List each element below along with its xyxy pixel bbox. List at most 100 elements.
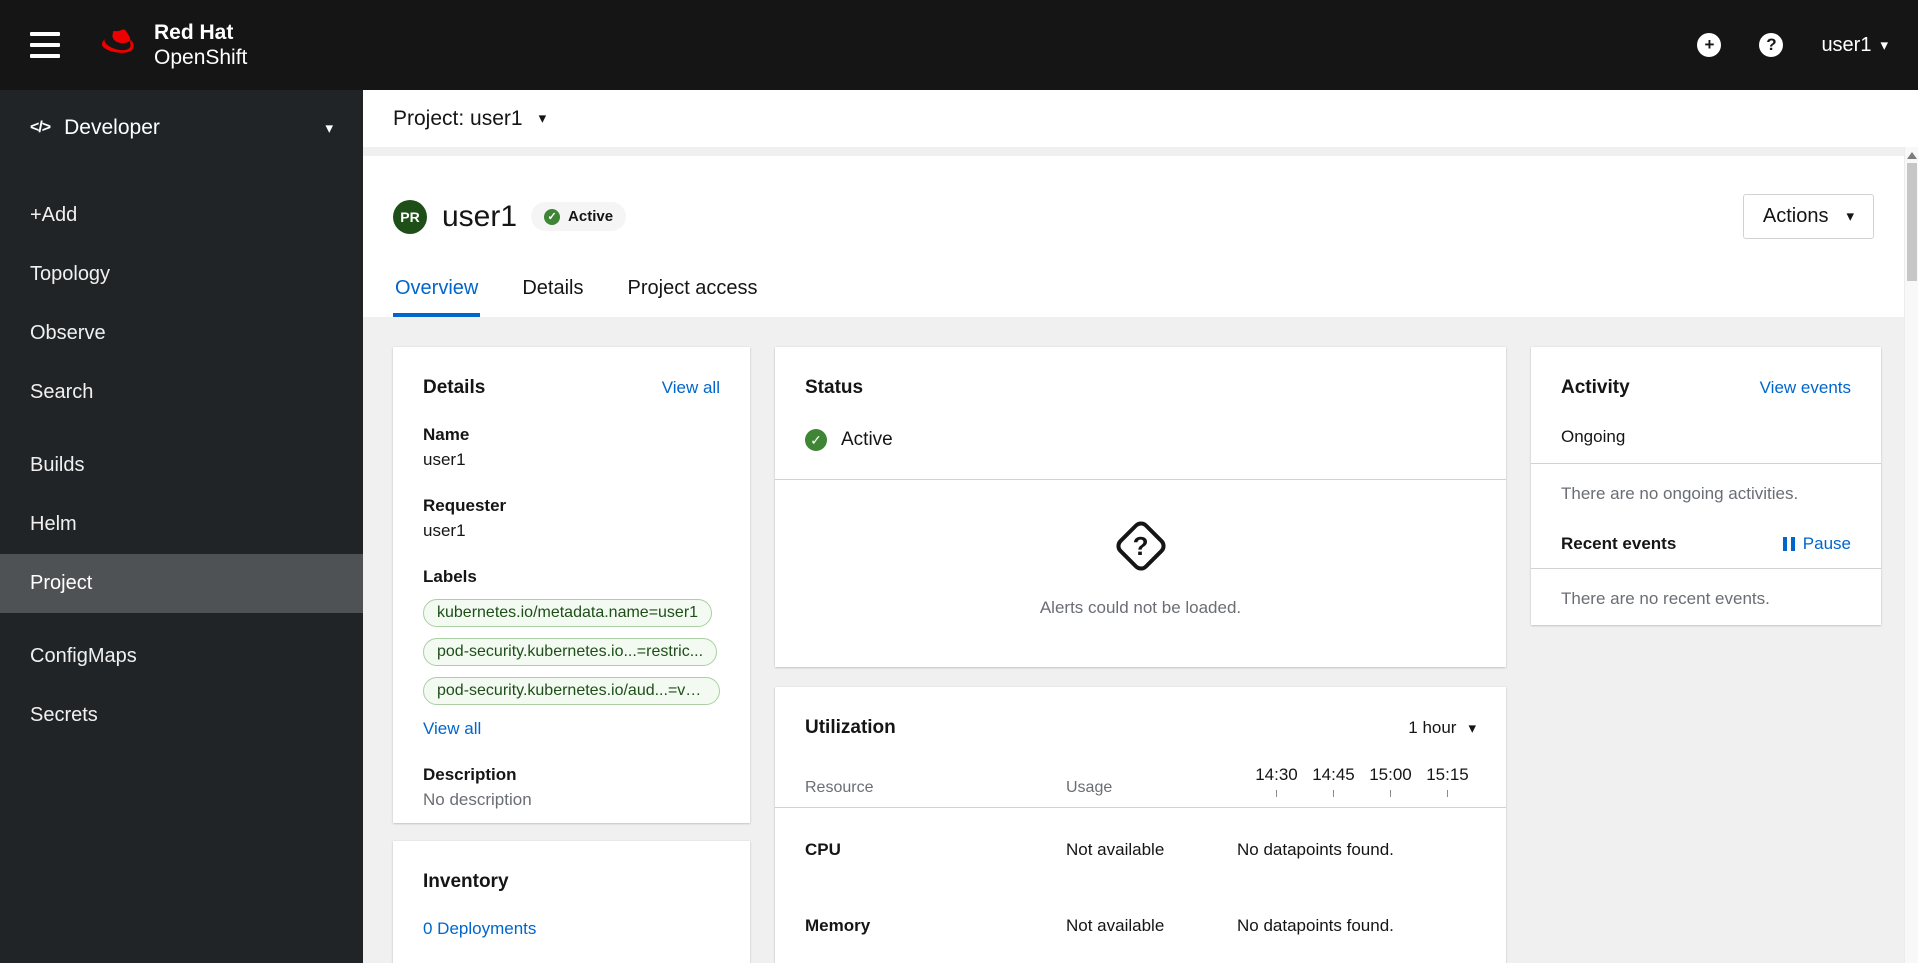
sidebar-item-helm[interactable]: Helm [0, 495, 363, 554]
utilization-card: Utilization 1 hour ▾ Resource Usage 14:3… [775, 687, 1506, 963]
resource-usage: Not available [1066, 916, 1165, 935]
check-circle-icon: ✓ [544, 208, 561, 225]
alerts-message: Alerts could not be loaded. [1039, 598, 1242, 617]
tab-overview[interactable]: Overview [393, 265, 481, 317]
label-chip[interactable]: kubernetes.io/metadata.name=user1 [423, 599, 713, 627]
time-tick: 15:15 [1419, 765, 1476, 797]
pause-icon [1782, 537, 1795, 551]
recent-events-row: Recent events Pause [1561, 524, 1851, 568]
ongoing-section-label: Ongoing [1561, 427, 1626, 446]
page-header: PR user1 ✓ Active Actions ▾ Overview Det… [363, 156, 1918, 317]
scrollbar[interactable] [1904, 147, 1918, 963]
duration-dropdown[interactable]: 1 hour ▾ [1408, 718, 1476, 738]
actions-dropdown-button[interactable]: Actions ▾ [1742, 194, 1874, 239]
project-badge: PR [393, 199, 427, 234]
caret-down-icon: ▾ [538, 110, 547, 127]
column-details: Details View all Name user1 Requester us… [393, 347, 750, 963]
caret-down-icon: ▾ [1880, 36, 1888, 54]
activity-card-title: Activity [1561, 377, 1630, 398]
alerts-empty-state: ? Alerts could not be loaded. [805, 480, 1476, 618]
redhat-hat-icon [102, 29, 134, 53]
column-activity: Activity View events Ongoing There are n… [1531, 347, 1881, 625]
inventory-deployments-link[interactable]: 0 Deployments [423, 919, 536, 939]
utilization-row-cpu: CPU Not available No datapoints found. [805, 840, 1476, 860]
resource-datapoints: No datapoints found. [1237, 840, 1394, 859]
recent-events-label: Recent events [1561, 534, 1677, 553]
details-view-all-link[interactable]: View all [662, 378, 720, 398]
user-menu-button[interactable]: user1 ▾ [1821, 34, 1888, 57]
resource-datapoints: No datapoints found. [1237, 916, 1394, 935]
sidebar-item-secrets[interactable]: Secrets [0, 686, 363, 745]
duration-label: 1 hour [1408, 718, 1457, 737]
help-icon: ? [1759, 33, 1784, 57]
detail-description-value: No description [423, 790, 532, 809]
caret-down-icon: ▾ [1846, 208, 1854, 225]
help-button[interactable]: ? [1759, 33, 1784, 57]
sidebar-nav: </> Developer ▾ +Add Topology Observe Se… [0, 90, 363, 963]
pause-events-button[interactable]: Pause [1782, 534, 1851, 554]
column-resource: Resource [805, 779, 874, 796]
status-badge-label: Active [568, 208, 614, 225]
time-tick: 14:45 [1305, 765, 1362, 797]
scrollbar-thumb[interactable] [1906, 163, 1917, 281]
utilization-row-memory: Memory Not available No datapoints found… [805, 916, 1476, 936]
sidebar-item-add[interactable]: +Add [0, 186, 363, 245]
sidebar-item-builds[interactable]: Builds [0, 436, 363, 495]
details-card-title: Details [423, 377, 486, 398]
nav-group-1: +Add Topology Observe Search [0, 186, 363, 422]
unknown-status-icon: ? [1112, 517, 1169, 575]
resource-name: Memory [805, 916, 871, 935]
detail-name-label: Name [423, 425, 470, 444]
column-usage: Usage [1066, 779, 1113, 796]
sidebar-item-search[interactable]: Search [0, 363, 363, 422]
page-title: user1 [442, 199, 518, 233]
label-chip[interactable]: pod-security.kubernetes.io...=restric... [423, 638, 718, 666]
resource-usage: Not available [1066, 840, 1165, 859]
inventory-card: Inventory 0 Deployments [393, 841, 750, 963]
inventory-card-title: Inventory [423, 871, 509, 892]
page-header-row: PR user1 ✓ Active Actions ▾ [393, 194, 1888, 239]
perspective-label: Developer [64, 116, 160, 139]
nav-toggle-button[interactable] [30, 32, 60, 58]
hamburger-icon [30, 32, 60, 58]
ongoing-empty-message: There are no ongoing activities. [1561, 484, 1799, 503]
brand-logo: Red Hat OpenShift [102, 20, 247, 70]
project-selector-label: Project: user1 [393, 106, 523, 130]
brand-text: Red Hat OpenShift [154, 20, 247, 70]
utilization-card-title: Utilization [805, 717, 896, 738]
tab-details[interactable]: Details [520, 265, 585, 317]
main-area: Project: user1 ▾ PR user1 ✓ Active Actio… [363, 90, 1918, 963]
masthead-toolbar: + ? user1 ▾ [1697, 33, 1888, 57]
tab-project-access[interactable]: Project access [626, 265, 760, 317]
user-menu-label: user1 [1821, 33, 1872, 56]
brand-line2: OpenShift [154, 46, 248, 69]
project-selector-bar: Project: user1 ▾ [363, 90, 1918, 147]
pause-label: Pause [1802, 534, 1851, 553]
sidebar-item-observe[interactable]: Observe [0, 304, 363, 363]
view-events-link[interactable]: View events [1760, 378, 1851, 398]
sidebar-item-topology[interactable]: Topology [0, 245, 363, 304]
labels-chip-list: kubernetes.io/metadata.name=user1 pod-se… [423, 599, 720, 705]
actions-label: Actions [1762, 205, 1829, 227]
brand-line1: Red Hat [154, 20, 234, 44]
detail-description-label: Description [423, 765, 517, 784]
project-selector-dropdown[interactable]: Project: user1 ▾ [393, 107, 546, 131]
label-chip[interactable]: pod-security.kubernetes.io/aud...=v1.... [423, 677, 720, 705]
sidebar-item-configmaps[interactable]: ConfigMaps [0, 627, 363, 686]
perspective-switcher[interactable]: </> Developer ▾ [0, 90, 363, 166]
sidebar-item-project[interactable]: Project [0, 554, 363, 613]
column-status: Status ✓ Active ? Alerts could not be lo… [775, 347, 1506, 963]
caret-down-icon: ▾ [325, 119, 333, 137]
status-card-title: Status [805, 377, 864, 398]
status-active-label: Active [841, 429, 893, 450]
details-card: Details View all Name user1 Requester us… [393, 347, 750, 823]
plus-circle-icon: + [1697, 33, 1722, 57]
status-badge: ✓ Active [531, 202, 627, 231]
nav-group-3: ConfigMaps Secrets [0, 627, 363, 745]
scroll-up-arrow[interactable] [1906, 152, 1917, 159]
time-tick: 14:30 [1248, 765, 1305, 797]
detail-labels-label: Labels [423, 567, 477, 586]
tab-bar: Overview Details Project access [393, 265, 1888, 317]
labels-view-all-link[interactable]: View all [423, 719, 481, 739]
quick-create-button[interactable]: + [1697, 33, 1722, 57]
